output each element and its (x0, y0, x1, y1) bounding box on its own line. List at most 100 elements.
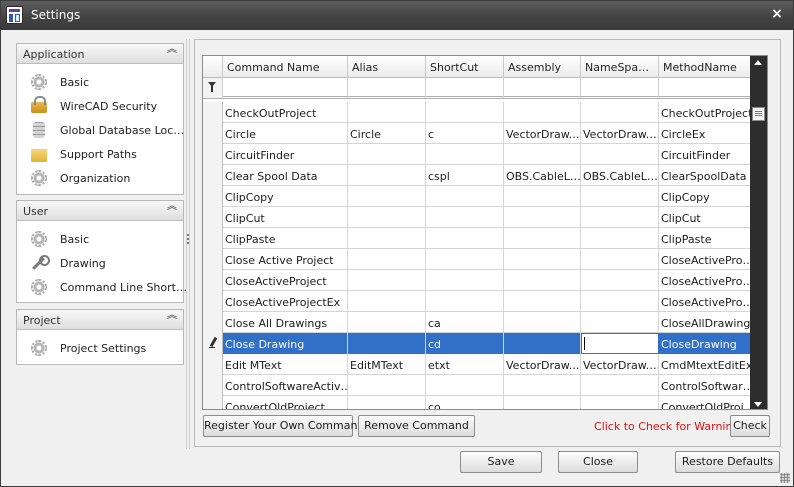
collapse-icon[interactable]: ︽ (167, 311, 177, 321)
cell-method-name[interactable]: ClipPaste (659, 228, 751, 249)
group-header-project[interactable]: Project ︽ (17, 310, 183, 330)
table-row[interactable]: CloseActiveProjectEx CloseActivePro… (203, 291, 751, 312)
cell-method-name[interactable]: CloseActivePro… (659, 249, 751, 270)
cell-namespace[interactable]: VectorDraw.… (581, 354, 659, 375)
table-row[interactable]: ConvertOldProject co ConvertOldProj… (203, 396, 751, 409)
row-indicator[interactable] (203, 144, 223, 165)
cell-command-name[interactable]: ClipCopy (223, 186, 348, 207)
cell-command-name[interactable]: ClipPaste (223, 228, 348, 249)
cell-namespace[interactable] (581, 312, 659, 333)
cell-alias[interactable] (348, 102, 426, 123)
cell-assembly[interactable] (504, 102, 581, 123)
group-header-user[interactable]: User ︽ (17, 201, 183, 221)
cell-namespace[interactable] (581, 291, 659, 312)
filter-cell-command-name[interactable] (223, 78, 348, 98)
title-bar[interactable]: Settings × (1, 1, 793, 30)
cell-method-name[interactable]: ClipCopy (659, 186, 751, 207)
cell-command-name[interactable]: CloseActiveProjectEx (223, 291, 348, 312)
collapse-icon[interactable]: ︽ (167, 202, 177, 212)
cell-method-name[interactable]: CloseActivePro… (659, 291, 751, 312)
cell-shortcut[interactable] (426, 291, 504, 312)
table-row[interactable]: Close Drawing cd CloseDrawing (203, 333, 751, 354)
cell-method-name[interactable]: CloseActivePro… (659, 270, 751, 291)
cell-command-name[interactable]: Edit MText (223, 354, 348, 375)
cell-alias[interactable] (348, 375, 426, 396)
cell-method-name[interactable]: CloseAllDrawings (659, 312, 751, 333)
cell-alias[interactable] (348, 186, 426, 207)
scroll-thumb[interactable] (752, 107, 765, 121)
close-icon[interactable]: × (769, 6, 785, 22)
cell-shortcut[interactable] (426, 249, 504, 270)
cell-command-name[interactable]: ConvertOldProject (223, 396, 348, 409)
table-row[interactable]: CircuitFinder CircuitFinder (203, 144, 751, 165)
cell-alias[interactable] (348, 144, 426, 165)
cell-method-name[interactable]: ClipCut (659, 207, 751, 228)
cell-alias[interactable]: EditMText (348, 354, 426, 375)
cell-shortcut[interactable]: c (426, 123, 504, 144)
warnings-link[interactable]: Click to Check for Warnings (594, 420, 745, 433)
cell-shortcut[interactable] (426, 102, 504, 123)
cell-shortcut[interactable] (426, 144, 504, 165)
cell-namespace[interactable] (581, 249, 659, 270)
cell-assembly[interactable] (504, 270, 581, 291)
row-indicator[interactable] (203, 186, 223, 207)
sidebar-item-command-line-shortcuts[interactable]: Command Line Short… (17, 276, 187, 298)
cell-alias[interactable] (348, 270, 426, 291)
column-header-shortcut[interactable]: ShortCut (426, 56, 504, 78)
cell-namespace[interactable] (581, 396, 659, 409)
cell-namespace[interactable] (581, 144, 659, 165)
cell-assembly[interactable]: VectorDraw.… (504, 354, 581, 375)
cell-assembly[interactable] (504, 144, 581, 165)
cell-shortcut[interactable] (426, 375, 504, 396)
table-row[interactable]: Close Active Project CloseActivePro… (203, 249, 751, 270)
column-header-command-name[interactable]: Command Name (223, 56, 348, 78)
sidebar-item-global-database[interactable]: Global Database Loc… (17, 119, 184, 141)
column-header-method-name[interactable]: MethodName (659, 56, 751, 78)
cell-assembly[interactable] (504, 375, 581, 396)
row-indicator[interactable] (203, 102, 223, 123)
cell-method-name[interactable]: ConvertOldProj… (659, 396, 751, 409)
check-button[interactable]: Check (730, 415, 770, 437)
cell-command-name[interactable]: Clear Spool Data (223, 165, 348, 186)
cell-command-name[interactable]: CloseActiveProject (223, 270, 348, 291)
cell-method-name[interactable]: CircuitFinder (659, 144, 751, 165)
row-indicator[interactable] (203, 291, 223, 312)
cell-command-name[interactable]: ControlSoftwareActiv… (223, 375, 348, 396)
row-indicator[interactable] (203, 270, 223, 291)
cell-command-name[interactable]: Circle (223, 123, 348, 144)
cell-command-name[interactable]: ClipCut (223, 207, 348, 228)
collapse-icon[interactable]: ︽ (167, 45, 177, 55)
row-indicator[interactable] (203, 312, 223, 333)
cell-assembly[interactable] (504, 228, 581, 249)
table-row[interactable]: ClipPaste ClipPaste (203, 228, 751, 249)
cell-alias[interactable] (348, 396, 426, 409)
cell-command-name[interactable]: Close All Drawings (223, 312, 348, 333)
vertical-scrollbar[interactable] (750, 56, 767, 409)
sidebar-item-support-paths[interactable]: Support Paths (17, 143, 183, 165)
filter-cell-shortcut[interactable] (426, 78, 504, 98)
cell-method-name[interactable]: CircleEx (659, 123, 751, 144)
cell-alias[interactable] (348, 207, 426, 228)
sidebar-item-basic[interactable]: Basic (17, 71, 183, 93)
cell-method-name[interactable]: ClearSpoolData (659, 165, 751, 186)
table-row[interactable]: Circle Circle c VectorDraw.… VectorDraw.… Cir… (203, 123, 751, 144)
cell-namespace[interactable]: OBS.CableL… (581, 165, 659, 186)
register-command-button[interactable]: Register Your Own Command (203, 415, 364, 437)
cell-namespace[interactable]: VectorDraw.… (581, 123, 659, 144)
cell-shortcut[interactable] (426, 270, 504, 291)
sidebar-item-project-settings[interactable]: Project Settings (17, 337, 183, 359)
cell-assembly[interactable] (504, 249, 581, 270)
cell-alias[interactable] (348, 312, 426, 333)
sidebar-item-drawing[interactable]: Drawing (17, 252, 183, 274)
row-indicator[interactable] (203, 165, 223, 186)
column-header-alias[interactable]: Alias (348, 56, 426, 78)
table-row[interactable]: ControlSoftwareActiv… ControlSoftwar… (203, 375, 751, 396)
filter-cell-alias[interactable] (348, 78, 426, 98)
cell-assembly[interactable]: OBS.CableL… (504, 165, 581, 186)
cell-command-name[interactable]: Close Drawing (223, 333, 348, 354)
cell-namespace[interactable] (581, 228, 659, 249)
cell-command-name[interactable]: CircuitFinder (223, 144, 348, 165)
cell-assembly[interactable] (504, 207, 581, 228)
cell-assembly[interactable]: VectorDraw.… (504, 123, 581, 144)
sidebar-item-user-basic[interactable]: Basic (17, 228, 183, 250)
